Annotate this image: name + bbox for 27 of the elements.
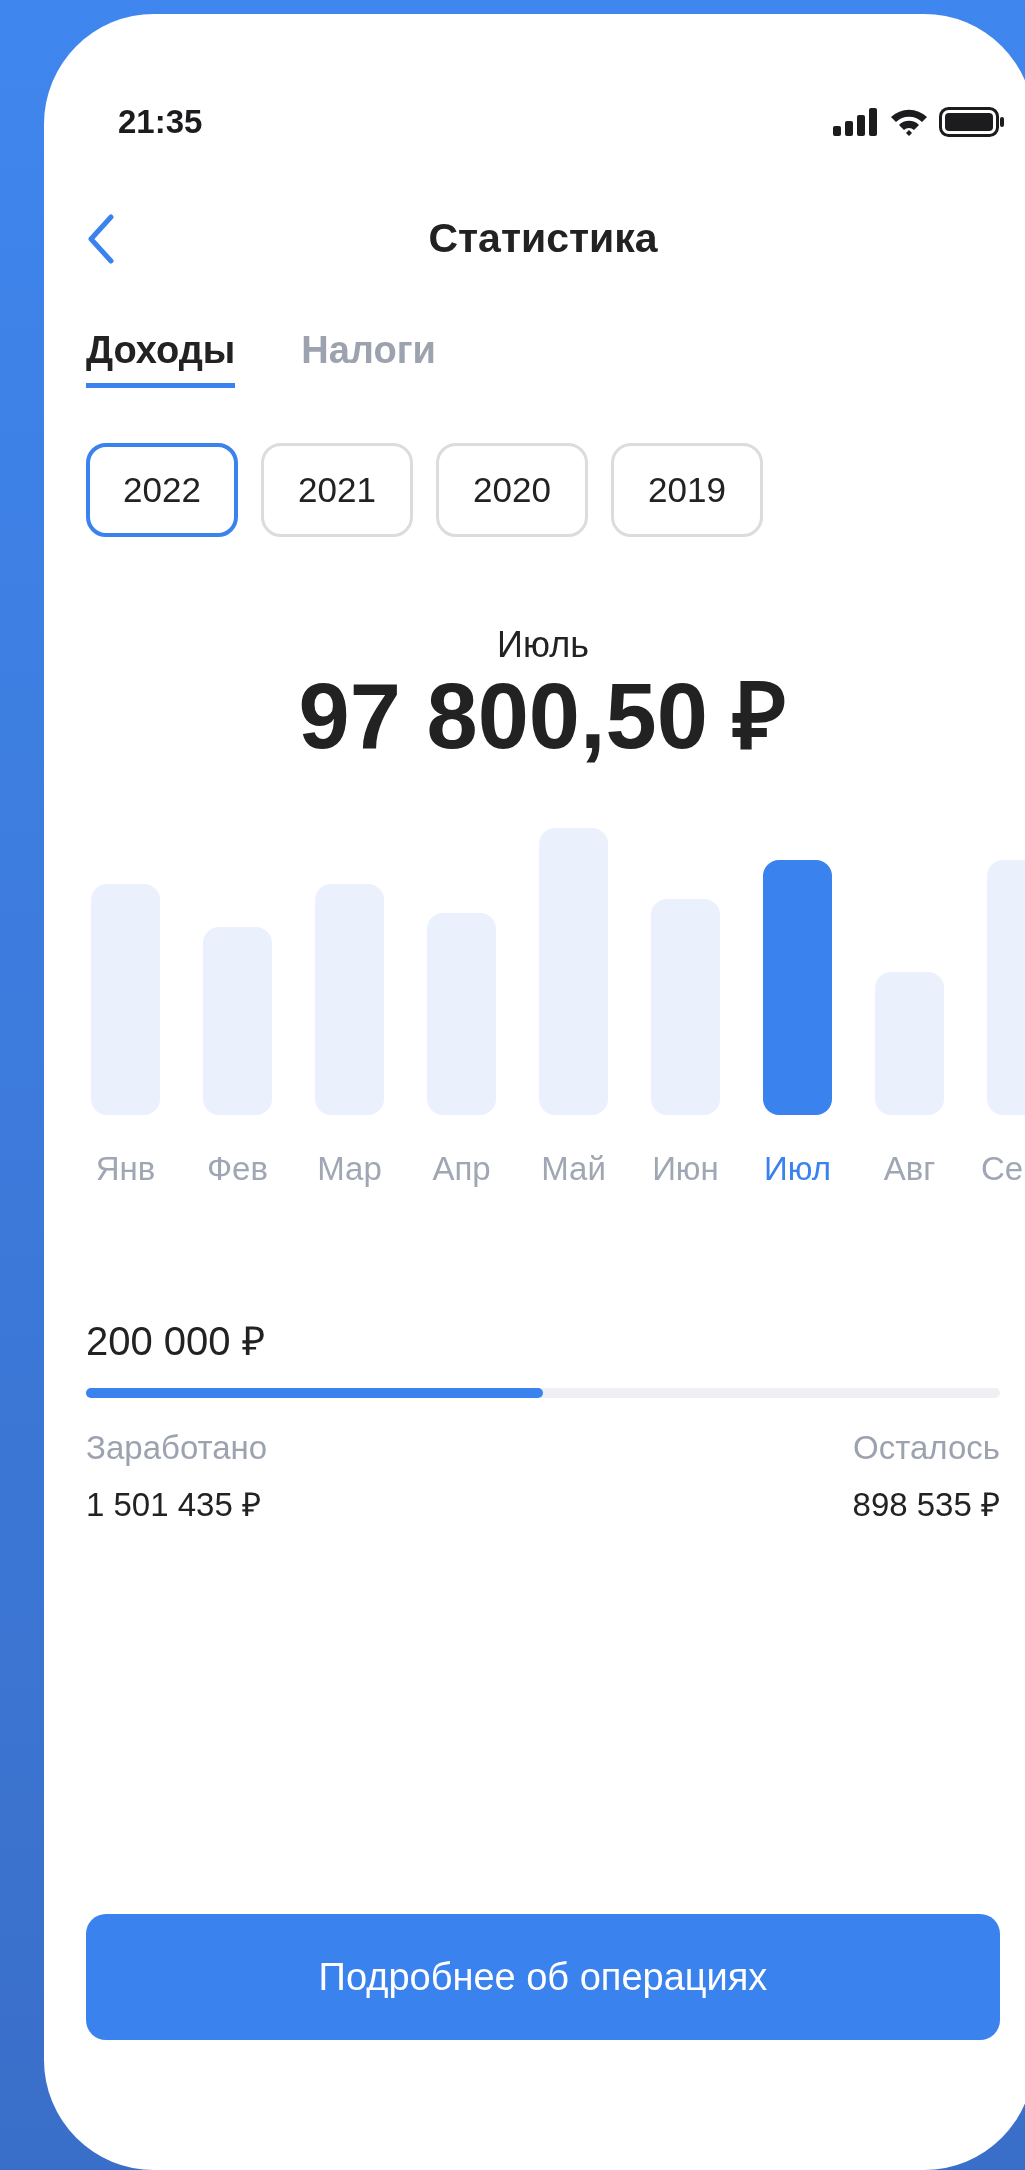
- battery-icon: [939, 107, 1005, 137]
- period-amount: 97 800,50 ₽: [297, 671, 789, 761]
- wifi-icon: [889, 107, 929, 137]
- operations-button[interactable]: Подробнее об операциях: [86, 1914, 1000, 2040]
- earned-amount: 1 501 435 ₽: [86, 1484, 261, 1525]
- page-title: Статистика: [427, 214, 659, 263]
- month-bar[interactable]: [763, 860, 832, 1115]
- year-chip[interactable]: 2020: [436, 443, 588, 537]
- back-icon[interactable]: [86, 212, 116, 265]
- year-chip[interactable]: 2019: [611, 443, 763, 537]
- left-amount: 898 535 ₽: [852, 1484, 1000, 1525]
- status-time: 21:35: [118, 102, 203, 143]
- signal-icon: [833, 108, 879, 136]
- month-label: Июл: [763, 1149, 832, 1184]
- month-label: Фев: [206, 1149, 269, 1184]
- month-label: Май: [540, 1149, 607, 1184]
- month-label: Авг: [882, 1149, 937, 1184]
- goal-amount: 200 000 ₽: [86, 1318, 266, 1359]
- left-label: Осталось: [853, 1428, 1000, 1468]
- year-chip[interactable]: 2022: [86, 443, 238, 537]
- month-label: Июн: [651, 1149, 720, 1184]
- month-label: Янв: [94, 1149, 157, 1184]
- month-label: Се: [981, 1149, 1021, 1184]
- period-month: Июль: [496, 623, 590, 662]
- earned-label: Заработано: [86, 1428, 268, 1468]
- tab[interactable]: Доходы: [86, 322, 236, 388]
- year-chip[interactable]: 2021: [261, 443, 413, 537]
